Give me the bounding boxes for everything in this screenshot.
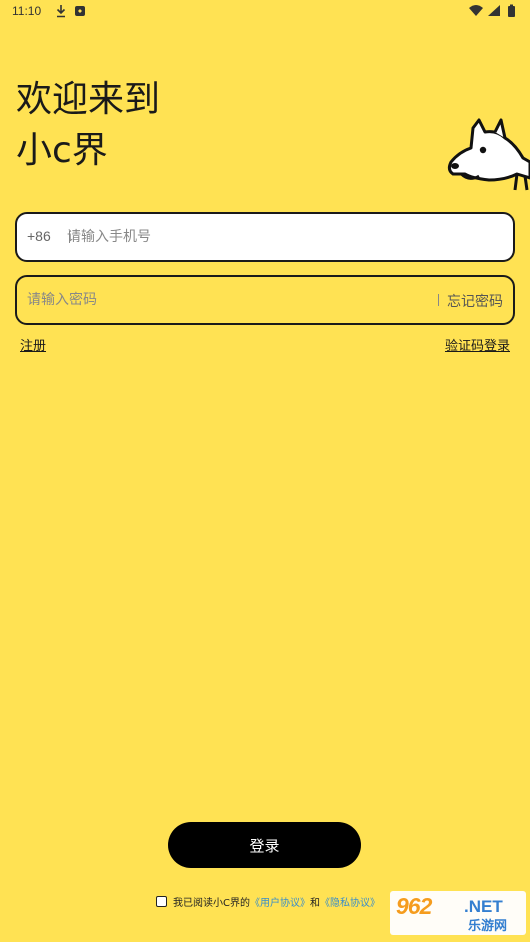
agreement-checkbox[interactable] [156,895,167,907]
country-code[interactable]: +86 [27,228,51,244]
agreement-row: 我已阅读小C界的 《用户协议》 和 《隐私协议》 [156,893,380,909]
status-time: 11:10 [12,4,42,18]
battery-icon [508,6,515,17]
forgot-password-link[interactable]: 忘记密码 [447,291,503,311]
download-icon [56,5,66,18]
privacy-agreement-link[interactable]: 《隐私协议》 [320,894,380,909]
watermark-net: .NET [464,897,503,916]
agreement-prefix: 我已阅读小C界的 [173,897,250,909]
welcome-title: 欢迎来到 [16,79,161,120]
code-login-link[interactable]: 验证码登录 [445,335,510,354]
watermark-logo: 962 .NET 乐游网 [390,891,526,935]
app-notification-icon [75,6,85,16]
status-bar: 11:10 [0,0,530,24]
system-status-icons [469,4,515,17]
password-divider [438,294,439,306]
agreement-and: 和 [309,897,320,909]
watermark-site-name: 乐游网 [468,919,508,934]
watermark-number: 962 [396,893,432,919]
login-button[interactable]: 登录 [168,822,361,868]
brand-title: 小c界 [16,130,108,171]
user-agreement-link[interactable]: 《用户协议》 [250,894,310,909]
password-field: 忘记密码 [15,275,515,325]
phone-field: +86 [15,212,515,262]
phone-input[interactable] [67,226,497,248]
password-input[interactable] [27,289,427,311]
wifi-icon [469,5,483,16]
signal-icon [488,5,500,16]
register-link[interactable]: 注册 [20,335,46,354]
dog-mascot-illustration [447,118,530,191]
